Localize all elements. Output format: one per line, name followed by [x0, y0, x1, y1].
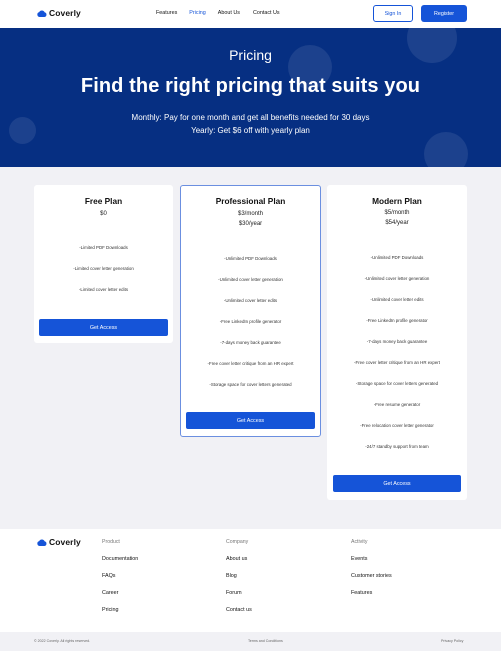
modern-plan-card: Modern Plan $5/month $54/year -Unlimited…: [327, 185, 467, 500]
footer-link-events[interactable]: Events: [351, 556, 367, 562]
plan-feature: -Free cover letter critique from an HR e…: [354, 360, 440, 365]
footer-brand-logo[interactable]: Coverly: [37, 537, 81, 547]
pricing-section: Free Plan $0 -Limited PDF Downloads -Lim…: [0, 167, 501, 529]
plan-feature: -Free cover letter critique from an HR e…: [207, 361, 294, 366]
plan-feature: -Free LinkedIn profile generator: [219, 319, 282, 324]
get-access-button[interactable]: Get Access: [333, 475, 461, 492]
footer-link-forum[interactable]: Forum: [226, 590, 242, 596]
professional-plan-card: Professional Plan $3/month $30/year -Unl…: [180, 185, 321, 437]
get-access-button[interactable]: Get Access: [39, 319, 168, 336]
plan-feature: -Storage space for cover letters generat…: [355, 381, 439, 386]
footer-link-features[interactable]: Features: [351, 590, 372, 596]
terms-link[interactable]: Terms and Conditions: [248, 639, 283, 643]
plan-feature: -Limited cover letter generation: [73, 266, 134, 271]
plan-feature: -Limited PDF Downloads: [79, 245, 128, 250]
site-footer: Coverly Product Documentation FAQs Caree…: [0, 529, 501, 632]
footer-heading-company: Company: [226, 539, 249, 545]
plan-feature: -7-days money back guarantee: [220, 340, 281, 345]
plan-price-monthly: $5/month: [384, 210, 410, 216]
get-access-button[interactable]: Get Access: [186, 412, 315, 429]
free-plan-card: Free Plan $0 -Limited PDF Downloads -Lim…: [34, 185, 173, 343]
plan-feature: -Free resume generator: [373, 402, 421, 407]
hero-yearly-text: Yearly: Get $6 off with yearly plan: [191, 126, 310, 135]
footer-heading-activity: Activity: [351, 539, 368, 545]
plan-feature: -Unlimited PDF Downloads: [224, 256, 277, 261]
footer-link-blog[interactable]: Blog: [226, 573, 237, 579]
plan-title: Modern Plan: [372, 196, 422, 206]
brand-name: Coverly: [49, 8, 81, 18]
footer-link-documentation[interactable]: Documentation: [102, 556, 138, 562]
footer-link-faqs[interactable]: FAQs: [102, 573, 115, 579]
hero-eyebrow: Pricing: [229, 47, 272, 63]
plan-title: Professional Plan: [215, 196, 286, 206]
plan-feature: -Unlimited cover letter generation: [218, 277, 283, 282]
plan-title: Free Plan: [84, 196, 123, 206]
footer-link-pricing[interactable]: Pricing: [102, 607, 118, 613]
plan-price-monthly: $3/month: [237, 211, 264, 217]
main-nav: Features Pricing About Us Contact Us: [156, 10, 280, 16]
plan-price-monthly: $0: [100, 211, 107, 217]
sign-in-button[interactable]: Sign In: [373, 5, 413, 22]
plan-feature: -Unlimited cover letter generation: [364, 276, 430, 281]
plan-feature: -Unlimited PDF Downloads: [370, 255, 424, 260]
plan-feature: -Storage space for cover letters generat…: [209, 382, 292, 387]
plan-price-yearly: $30/year: [238, 221, 263, 227]
brand-name: Coverly: [49, 537, 81, 547]
footer-heading-product: Product: [102, 539, 120, 545]
footer-link-contact[interactable]: Contact us: [226, 607, 252, 613]
nav-pricing-link[interactable]: Pricing: [189, 10, 205, 16]
privacy-link[interactable]: Privacy Policy: [441, 639, 463, 643]
plan-feature: -Limited cover letter edits: [78, 287, 129, 292]
decorative-circle: [424, 132, 468, 167]
plan-feature: -24/7 standby support from team: [365, 444, 429, 449]
top-navbar: Coverly Features Pricing About Us Contac…: [0, 0, 501, 28]
plan-feature: -Free LinkedIn profile generator: [366, 318, 428, 323]
footer-bottom-bar: © 2022 Coverly. All rights reserved. Ter…: [0, 632, 501, 651]
footer-link-about[interactable]: About us: [226, 556, 247, 562]
plan-feature: -Unlimited cover letter edits: [223, 298, 278, 303]
hero-monthly-text: Monthly: Pay for one month and get all b…: [131, 113, 370, 122]
plan-feature: -Free relocation cover letter generator: [360, 423, 434, 428]
plan-feature: -7-days money back guarantee: [366, 339, 428, 344]
brand-logo[interactable]: Coverly: [37, 8, 81, 18]
nav-features-link[interactable]: Features: [156, 10, 177, 16]
plan-price-yearly: $54/year: [385, 220, 409, 226]
footer-link-customer-stories[interactable]: Customer stories: [351, 573, 392, 579]
hero-title: Find the right pricing that suits you: [80, 75, 421, 97]
nav-contact-link[interactable]: Contact Us: [253, 10, 280, 16]
pricing-hero: Pricing Find the right pricing that suit…: [0, 28, 501, 167]
cloud-logo-icon: [37, 539, 47, 546]
copyright-text: © 2022 Coverly. All rights reserved.: [34, 639, 91, 643]
cloud-logo-icon: [37, 10, 47, 17]
plan-feature: -Unlimited cover letter edits: [370, 297, 424, 302]
footer-link-career[interactable]: Career: [102, 590, 118, 596]
register-button[interactable]: Register: [421, 5, 467, 22]
nav-about-link[interactable]: About Us: [218, 10, 240, 16]
